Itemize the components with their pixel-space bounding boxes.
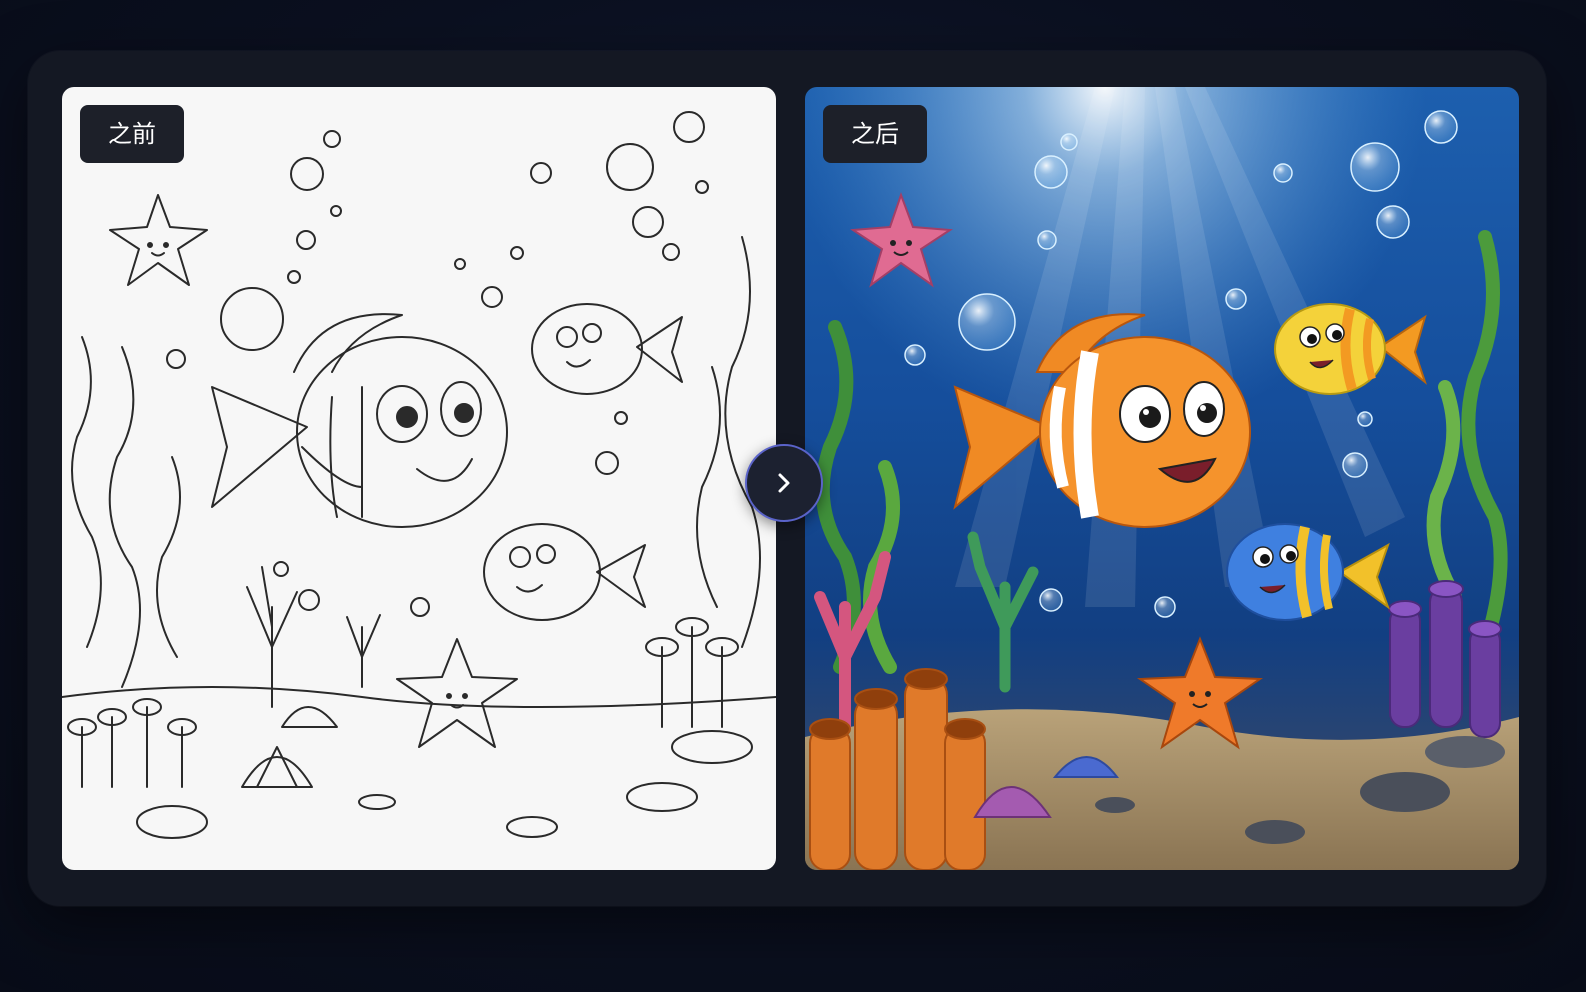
chevron-right-icon xyxy=(778,473,790,493)
after-label: 之后 xyxy=(823,105,927,163)
after-image: 之后 xyxy=(805,87,1519,870)
colored-illustration xyxy=(805,87,1519,870)
next-button[interactable] xyxy=(745,444,823,522)
line-art-illustration xyxy=(62,111,776,839)
before-label: 之前 xyxy=(80,105,184,163)
before-image: 之前 xyxy=(62,87,776,870)
